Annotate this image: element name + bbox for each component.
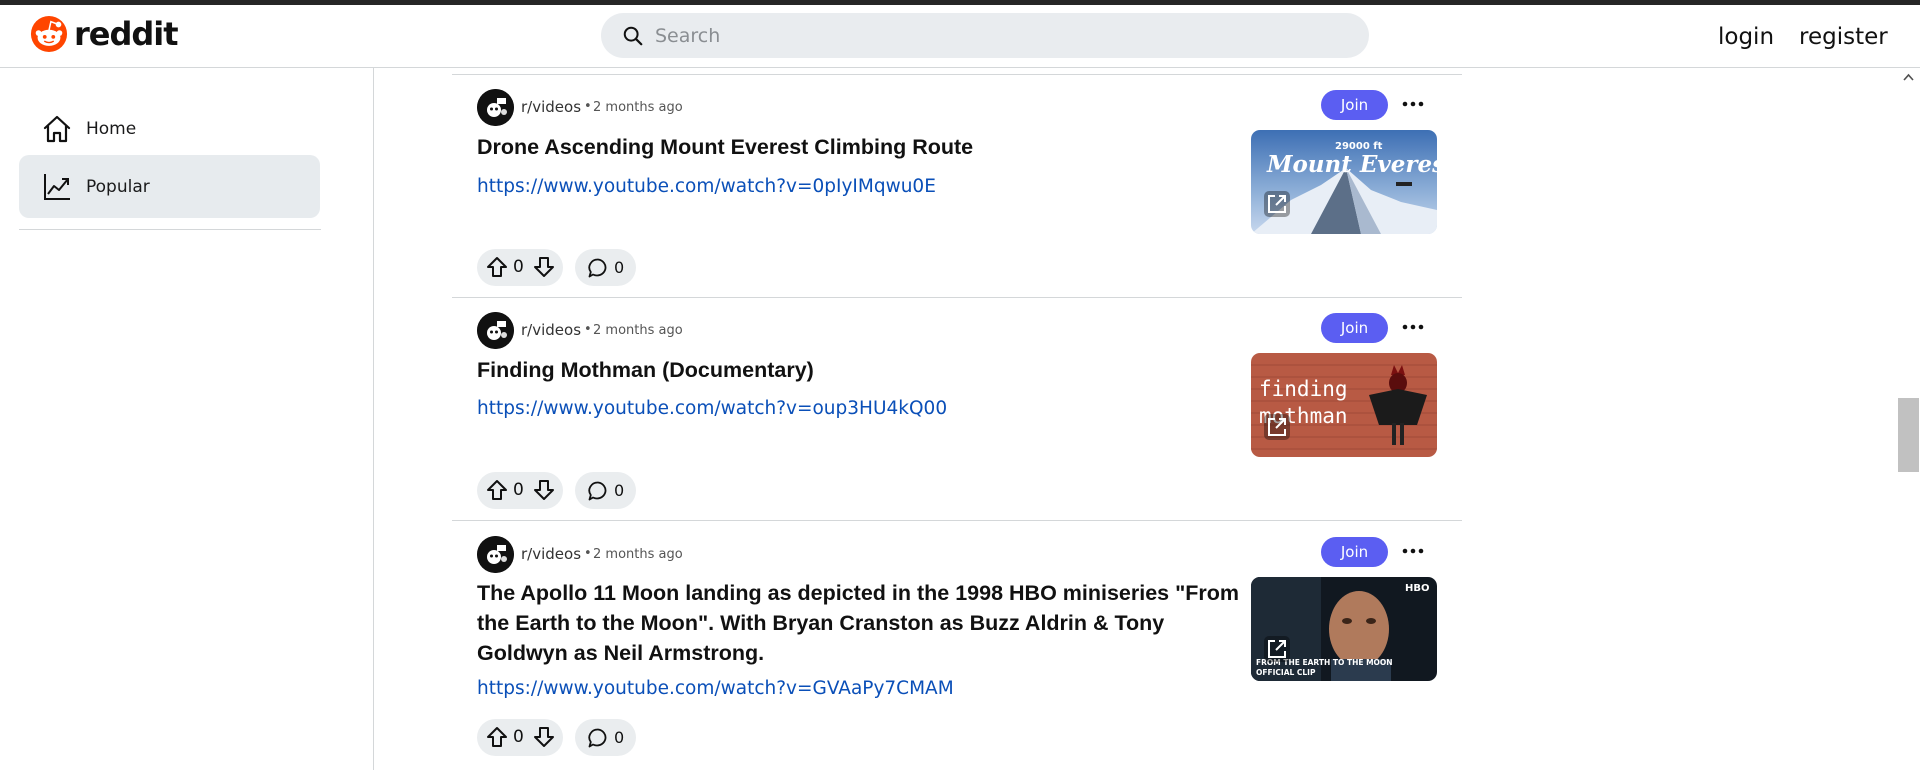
post-feed: r/videos • 2 months ago Join Drone Ascen…	[452, 68, 1462, 770]
post-timestamp: 2 months ago	[593, 547, 683, 562]
thumb-badge: HBO	[1405, 583, 1430, 594]
post-card[interactable]: r/videos • 2 months ago Join Drone Ascen…	[452, 68, 1462, 298]
meta-separator: •	[584, 99, 592, 114]
meta-separator: •	[584, 322, 592, 337]
upvote-icon[interactable]	[485, 255, 509, 279]
subreddit-avatar[interactable]	[477, 312, 514, 349]
search-bar[interactable]	[601, 13, 1369, 58]
join-button[interactable]: Join	[1321, 537, 1388, 567]
login-link[interactable]: login	[1718, 24, 1774, 50]
subreddit-name[interactable]: r/videos	[521, 321, 581, 339]
vote-controls: 0	[477, 719, 563, 756]
post-timestamp: 2 months ago	[593, 100, 683, 115]
post-card[interactable]: r/videos • 2 months ago Join The Apollo …	[452, 516, 1462, 770]
meta-separator: •	[584, 546, 592, 561]
thumb-caption: OFFICIAL CLIP	[1256, 668, 1316, 677]
page-scrollbar[interactable]	[1897, 68, 1920, 770]
comments-button[interactable]: 0	[575, 719, 636, 756]
vote-controls: 0	[477, 472, 563, 509]
reddit-logo[interactable]: reddit	[30, 15, 179, 53]
comment-count: 0	[614, 728, 625, 747]
thumb-text: finding	[1259, 377, 1348, 401]
upvote-icon[interactable]	[485, 478, 509, 502]
vote-count: 0	[513, 727, 524, 747]
post-timestamp: 2 months ago	[593, 323, 683, 338]
join-button[interactable]: Join	[1321, 90, 1388, 120]
comments-button[interactable]: 0	[575, 472, 636, 509]
more-options-icon[interactable]	[1401, 92, 1425, 116]
subreddit-avatar[interactable]	[477, 536, 514, 573]
subreddit-name[interactable]: r/videos	[521, 98, 581, 116]
scrollbar-thumb[interactable]	[1898, 398, 1919, 472]
post-card[interactable]: r/videos • 2 months ago Join Finding Mot…	[452, 292, 1462, 516]
join-button[interactable]: Join	[1321, 313, 1388, 343]
sidebar-item-popular[interactable]: Popular	[19, 155, 320, 218]
trending-icon	[44, 173, 70, 200]
comment-icon	[588, 728, 607, 748]
post-thumbnail[interactable]: HBO FROM THE EARTH TO THE MOON OFFICIAL …	[1251, 577, 1437, 681]
post-title[interactable]: Drone Ascending Mount Everest Climbing R…	[477, 132, 1247, 162]
comment-icon	[588, 481, 607, 501]
sidebar-divider	[19, 229, 321, 230]
reddit-snoo-icon	[30, 15, 68, 53]
post-title[interactable]: The Apollo 11 Moon landing as depicted i…	[477, 578, 1247, 668]
external-link-icon	[1264, 636, 1290, 662]
downvote-icon[interactable]	[532, 255, 556, 279]
post-thumbnail[interactable]: 29000 ft Mount Everest	[1251, 130, 1437, 234]
external-link-icon	[1264, 414, 1290, 440]
left-sidebar: Home Popular	[0, 68, 374, 770]
downvote-icon[interactable]	[532, 478, 556, 502]
top-header: reddit login register	[0, 5, 1920, 68]
comment-icon	[588, 258, 607, 278]
vote-controls: 0	[477, 249, 563, 286]
search-icon	[623, 26, 643, 46]
post-title[interactable]: Finding Mothman (Documentary)	[477, 355, 1247, 385]
register-link[interactable]: register	[1799, 24, 1888, 50]
upvote-icon[interactable]	[485, 725, 509, 749]
scroll-up-arrow-icon[interactable]	[1901, 70, 1916, 85]
comment-count: 0	[614, 258, 625, 277]
subreddit-name[interactable]: r/videos	[521, 545, 581, 563]
thumb-text: Mount Everest	[1266, 151, 1437, 178]
external-link-icon	[1264, 191, 1290, 217]
post-url-link[interactable]: https://www.youtube.com/watch?v=0pIyIMqw…	[477, 176, 936, 197]
sidebar-item-home[interactable]: Home	[19, 97, 320, 160]
search-input[interactable]	[655, 13, 1335, 58]
post-url-link[interactable]: https://www.youtube.com/watch?v=oup3HU4k…	[477, 398, 947, 419]
post-thumbnail[interactable]: finding mothman	[1251, 353, 1437, 457]
sidebar-item-label: Home	[86, 118, 137, 139]
vote-count: 0	[513, 257, 524, 277]
comment-count: 0	[614, 481, 625, 500]
more-options-icon[interactable]	[1401, 315, 1425, 339]
brand-name: reddit	[74, 15, 179, 53]
vote-count: 0	[513, 480, 524, 500]
comments-button[interactable]: 0	[575, 249, 636, 286]
home-icon	[43, 115, 71, 142]
subreddit-avatar[interactable]	[477, 89, 514, 126]
downvote-icon[interactable]	[532, 725, 556, 749]
more-options-icon[interactable]	[1401, 539, 1425, 563]
post-url-link[interactable]: https://www.youtube.com/watch?v=GVAaPy7C…	[477, 678, 954, 699]
sidebar-item-label: Popular	[86, 176, 150, 197]
